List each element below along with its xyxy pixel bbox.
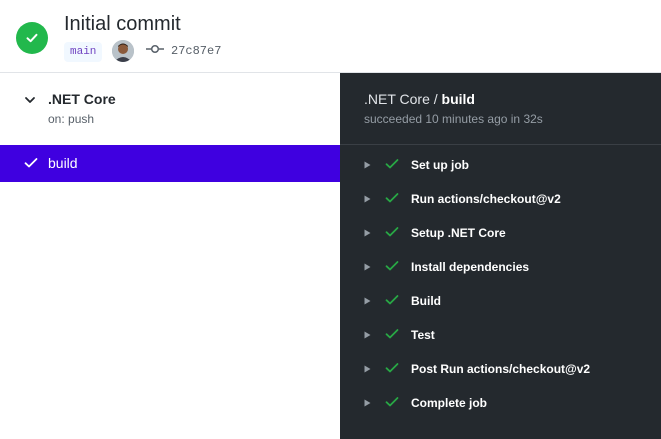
step-row[interactable]: Complete job <box>340 386 661 420</box>
step-label: Run actions/checkout@v2 <box>411 192 561 206</box>
workflow-sidebar: .NET Core on: push build <box>0 73 340 439</box>
commit-sha[interactable]: 27c87e7 <box>171 43 221 59</box>
step-label: Set up job <box>411 158 469 172</box>
caret-right-icon[interactable] <box>364 297 371 305</box>
step-label: Complete job <box>411 396 488 410</box>
git-commit-icon <box>146 44 164 54</box>
check-icon <box>385 363 399 373</box>
step-row[interactable]: Run actions/checkout@v2 <box>340 182 661 216</box>
caret-right-icon[interactable] <box>364 195 371 203</box>
caret-right-icon[interactable] <box>364 331 371 339</box>
step-label: Setup .NET Core <box>411 226 506 240</box>
step-row[interactable]: Install dependencies <box>340 250 661 284</box>
job-label: build <box>48 155 78 171</box>
avatar[interactable] <box>112 40 134 62</box>
check-icon <box>385 329 399 339</box>
caret-right-icon[interactable] <box>364 399 371 407</box>
step-row[interactable]: Test <box>340 318 661 352</box>
caret-right-icon[interactable] <box>364 365 371 373</box>
step-label: Post Run actions/checkout@v2 <box>411 362 591 376</box>
check-icon <box>385 193 399 203</box>
step-label: Test <box>411 328 435 342</box>
workflow-trigger: on: push <box>48 112 95 126</box>
job-log-panel: .NET Core / build succeeded 10 minutes a… <box>340 73 661 439</box>
step-row[interactable]: Build <box>340 284 661 318</box>
check-icon <box>385 227 399 237</box>
commit-title: Initial commit <box>64 13 181 35</box>
check-icon <box>24 158 38 168</box>
check-icon <box>385 295 399 305</box>
step-row[interactable]: Setup .NET Core <box>340 216 661 250</box>
step-row[interactable]: Set up job <box>340 148 661 182</box>
check-icon <box>385 261 399 271</box>
job-header: .NET Core / build succeeded 10 minutes a… <box>340 73 661 145</box>
check-circle-icon <box>16 22 48 54</box>
check-icon <box>385 159 399 169</box>
job-item-build[interactable]: build <box>0 145 340 182</box>
caret-right-icon[interactable] <box>364 229 371 237</box>
branch-label[interactable]: main <box>64 42 103 62</box>
workflow-name: .NET Core <box>48 91 116 107</box>
job-summary: succeeded 10 minutes ago in 32s <box>364 112 543 126</box>
caret-right-icon[interactable] <box>364 263 371 271</box>
step-label: Install dependencies <box>411 260 530 274</box>
job-title: .NET Core / build <box>364 91 475 107</box>
step-row[interactable]: Post Run actions/checkout@v2 <box>340 352 661 386</box>
chevron-down-icon[interactable] <box>24 95 36 105</box>
steps-list: Set up job Run actions/checkout@v2 Setup .… <box>340 148 661 420</box>
run-header: Initial commit main 27c87e7 <box>0 0 661 73</box>
check-icon <box>385 397 399 407</box>
step-label: Build <box>411 294 441 308</box>
caret-right-icon[interactable] <box>364 161 371 169</box>
